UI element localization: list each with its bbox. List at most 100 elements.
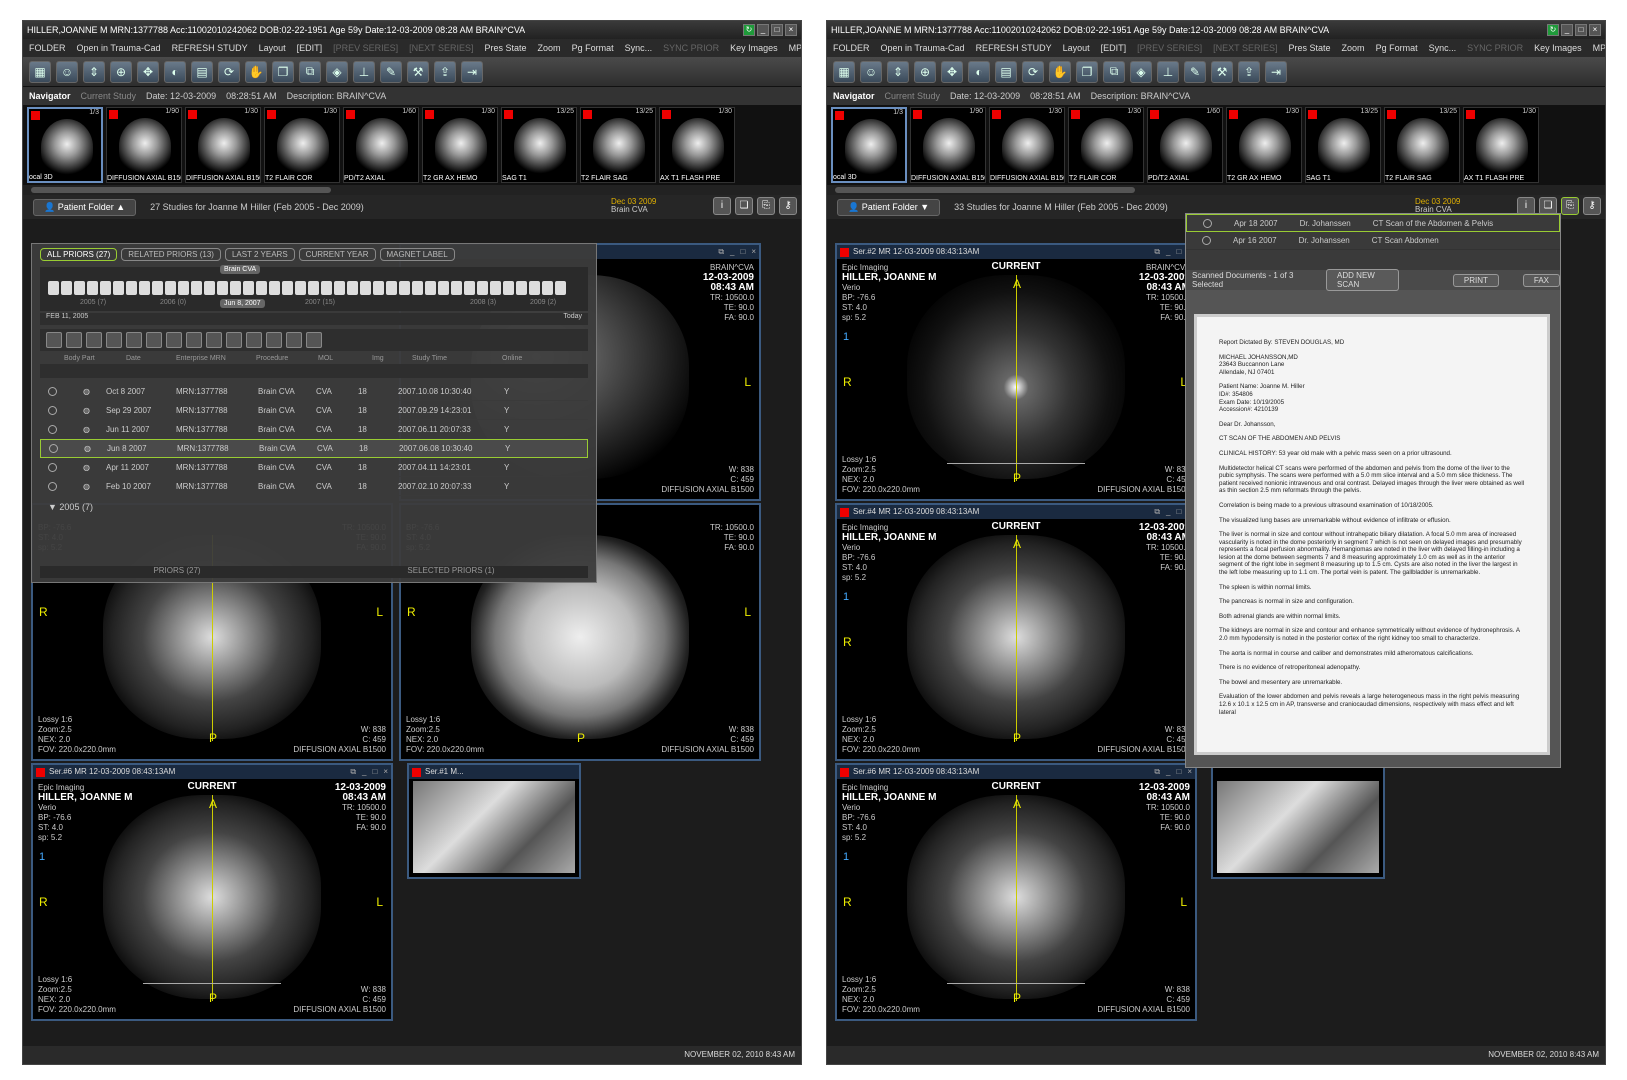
timeline-study-icon[interactable]	[360, 281, 371, 295]
timeline-study-icon[interactable]	[165, 281, 176, 295]
tab-filter[interactable]: LAST 2 YEARS	[224, 248, 295, 261]
column-header[interactable]: Body Part	[64, 355, 126, 362]
tab-filter[interactable]: MAGNET LABEL	[379, 248, 455, 261]
row-radio[interactable]	[48, 405, 57, 415]
tool-icon[interactable]	[246, 332, 262, 348]
series-thumbnail[interactable]: 1/30 T2 GR AX HEMO	[1226, 107, 1302, 183]
table-row[interactable]: ◍ Jun 8 2007 MRN:1377788 Brain CVA CVA 18 2007…	[40, 439, 588, 458]
zoom-icon[interactable]: ⊕	[110, 60, 132, 83]
chat-icon[interactable]	[206, 332, 222, 348]
close-button[interactable]: ×	[1589, 24, 1601, 36]
menu-item[interactable]: Key Images	[1534, 43, 1582, 53]
menu-item[interactable]: Layout	[1063, 43, 1090, 53]
export-icon[interactable]: ⇪	[434, 60, 456, 83]
menu-item[interactable]: SYNC PRIOR	[1467, 43, 1523, 53]
window-level-icon[interactable]: ◐	[164, 60, 186, 83]
menu-item[interactable]: [PREV SERIES]	[1137, 43, 1202, 53]
menu-item[interactable]: Pres State	[1289, 43, 1331, 53]
viewport-mid-left[interactable]: Ser.#4 MR 12-03-2009 08:43:13AM⧉_□× CURR…	[835, 503, 1197, 761]
timeline-study-icon[interactable]	[48, 281, 59, 295]
column-header[interactable]: MOL	[318, 355, 372, 362]
block-icon[interactable]	[186, 332, 202, 348]
scanner-icon[interactable]: ⎘	[1561, 197, 1579, 215]
doc-icon[interactable]: ❏	[735, 197, 753, 215]
series-thumbnail[interactable]: 1/30 T2 FLAIR COR	[1068, 107, 1144, 183]
timeline-study-icon[interactable]	[243, 281, 254, 295]
timeline-study-icon[interactable]	[438, 281, 449, 295]
menu-item[interactable]: Zoom	[538, 43, 561, 53]
tab-filter[interactable]: RELATED PRIORS (13)	[121, 248, 221, 261]
layout-icon[interactable]: ▦	[833, 60, 855, 83]
timeline-study-icon[interactable]	[503, 281, 514, 295]
annotate-icon[interactable]: ✎	[380, 60, 402, 83]
scanner-icon[interactable]: ⎘	[757, 197, 775, 215]
timeline-study-icon[interactable]	[61, 281, 72, 295]
series-thumbnail[interactable]: 1/30 AX T1 FLASH PRE	[1463, 107, 1539, 183]
timeline-study-icon[interactable]	[230, 281, 241, 295]
row-radio[interactable]	[1202, 236, 1211, 245]
series-thumbnail[interactable]: 1/90 DIFFUSION AXIAL B150	[910, 107, 986, 183]
viewport-bottom-left[interactable]: Ser.#6 MR 12-03-2009 08:43:13AM ⧉ _ □ × CURR…	[31, 763, 393, 1021]
table-row[interactable]: ◍ Feb 10 2007 MRN:1377788 Brain CVA CVA 18 200…	[40, 477, 588, 496]
maximize-button[interactable]: □	[771, 24, 783, 36]
menu-item[interactable]: Sync...	[625, 43, 653, 53]
key-icon[interactable]: ⚷	[1583, 197, 1601, 215]
user-icon[interactable]: ☺	[860, 60, 882, 83]
timeline[interactable]: Brain CVA Jun 8, 2007 2005 (7) 2006 (0) …	[40, 265, 588, 311]
series-thumbnail[interactable]: 13/25 T2 FLAIR SAG	[1384, 107, 1460, 183]
menu-item[interactable]: [PREV SERIES]	[333, 43, 398, 53]
menu-item[interactable]: [NEXT SERIES]	[409, 43, 473, 53]
menu-item[interactable]: MPR	[789, 43, 801, 53]
refresh-icon[interactable]: ↻	[743, 24, 755, 36]
table-row[interactable]: ◍ Sep 29 2007 MRN:1377788 Brain CVA CVA 18 200…	[40, 401, 588, 420]
exit-icon[interactable]: ⇥	[1265, 60, 1287, 83]
timeline-study-icon[interactable]	[399, 281, 410, 295]
timeline-study-icon[interactable]	[139, 281, 150, 295]
minimize-button[interactable]: _	[1561, 24, 1573, 36]
viewport-small[interactable]: Ser.#1 M...	[407, 763, 581, 879]
timeline-study-icon[interactable]	[347, 281, 358, 295]
series-thumbnail[interactable]: 1/30 T2 GR AX HEMO	[422, 107, 498, 183]
timeline-study-icon[interactable]	[529, 281, 540, 295]
tool-icon[interactable]	[46, 332, 62, 348]
series-thumbnail[interactable]: 1/90 DIFFUSION AXIAL B150	[106, 107, 182, 183]
copy-icon[interactable]: ❐	[1076, 60, 1098, 83]
timeline-study-icon[interactable]	[386, 281, 397, 295]
info-icon[interactable]: i	[713, 197, 731, 215]
series-thumbnail[interactable]: 1/3 ocal 3D	[27, 107, 103, 183]
scan-row[interactable]: Apr 18 2007 Dr. Johanssen CT Scan of the A…	[1186, 214, 1560, 232]
zoom-icon[interactable]: ⊕	[914, 60, 936, 83]
mpr-icon[interactable]: ◈	[1130, 60, 1152, 83]
menu-item[interactable]: SYNC PRIOR	[663, 43, 719, 53]
series-thumbnail[interactable]: 1/3 ocal 3D	[831, 107, 907, 183]
timeline-study-icon[interactable]	[191, 281, 202, 295]
viewport-small[interactable]	[1211, 763, 1385, 879]
row-radio[interactable]	[48, 481, 57, 491]
timeline-study-icon[interactable]	[282, 281, 293, 295]
sync-icon[interactable]: ⟳	[1022, 60, 1044, 83]
row-radio[interactable]	[48, 462, 57, 472]
patient-folder-button[interactable]: 👤 Patient Folder ▲	[33, 198, 137, 216]
table-row[interactable]: ◍ Apr 11 2007 MRN:1377788 Brain CVA CVA 18 200…	[40, 458, 588, 477]
thumb-scrollbar[interactable]	[23, 185, 801, 195]
viewport-bottom-left[interactable]: Ser.#6 MR 12-03-2009 08:43:13AM ⧉ _ □ × CURR…	[835, 763, 1197, 1021]
measure-icon[interactable]: ⊥	[1157, 60, 1179, 83]
range-bar[interactable]: FEB 11, 2005 Today	[40, 313, 588, 325]
timeline-study-icon[interactable]	[373, 281, 384, 295]
exit-icon[interactable]: ⇥	[461, 60, 483, 83]
timeline-study-icon[interactable]	[451, 281, 462, 295]
menu-item[interactable]: REFRESH STUDY	[976, 43, 1052, 53]
tool-icon[interactable]	[86, 332, 102, 348]
timeline-study-icon[interactable]	[464, 281, 475, 295]
group-header[interactable]: ▼ 2005 (7)	[48, 502, 580, 512]
timeline-study-icon[interactable]	[204, 281, 215, 295]
menu-item[interactable]: Key Images	[730, 43, 778, 53]
hand-icon[interactable]: ✋	[245, 60, 267, 83]
pan-icon[interactable]: ✥	[137, 60, 159, 83]
grid-icon[interactable]: ▤	[191, 60, 213, 83]
tab-filter[interactable]: ALL PRIORS (27)	[40, 248, 118, 261]
row-radio[interactable]	[1203, 218, 1212, 228]
help-icon[interactable]	[286, 332, 302, 348]
key-icon[interactable]: ⚷	[779, 197, 797, 215]
tool-icon[interactable]	[266, 332, 282, 348]
